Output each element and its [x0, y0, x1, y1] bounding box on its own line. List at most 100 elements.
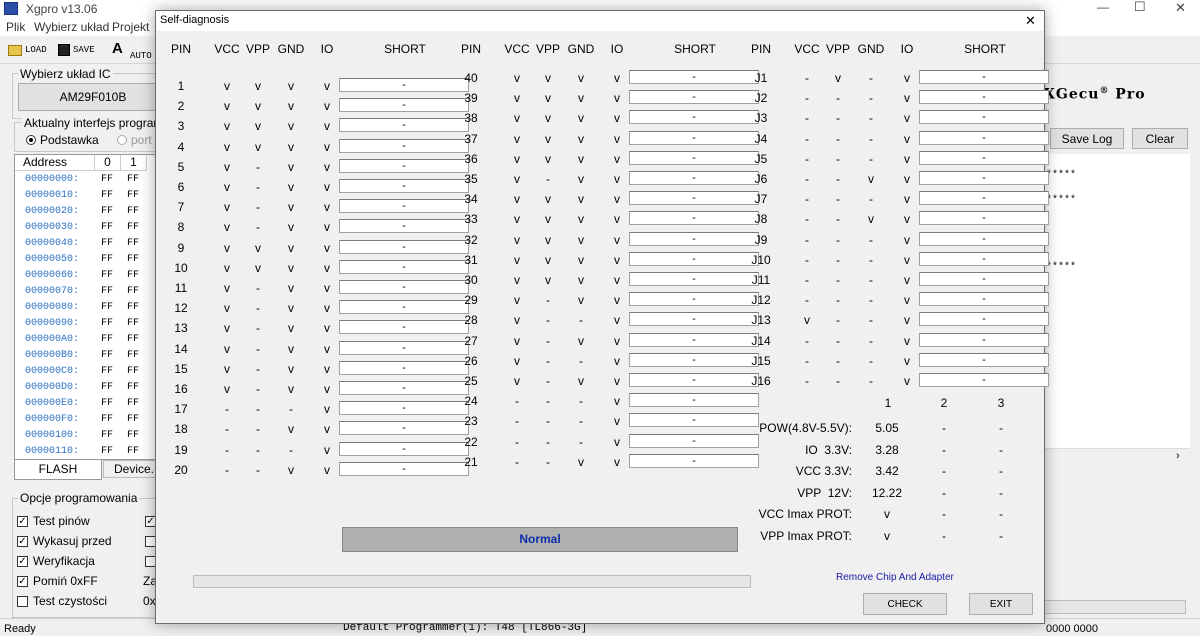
pins-left-short-field[interactable]: -	[339, 300, 469, 315]
hex-cell[interactable]: FF	[101, 284, 113, 300]
hex-row-address[interactable]: 00000070:	[25, 284, 79, 300]
check-button[interactable]: CHECK	[863, 593, 947, 615]
hex-row-address[interactable]: 00000020:	[25, 204, 79, 220]
pins-left-short-field[interactable]: -	[339, 381, 469, 395]
pins-right-short-field[interactable]: -	[629, 272, 759, 286]
jumpers-short-field[interactable]: -	[919, 352, 1049, 367]
pins-left-short-field[interactable]: -	[339, 360, 469, 375]
pins-right-short-field[interactable]: -	[629, 150, 759, 165]
pins-right-short-field[interactable]: -	[629, 70, 759, 84]
log-horizontal-scrollbar[interactable]: ›	[1044, 448, 1190, 464]
close-window-button[interactable]: ✕	[1175, 0, 1186, 16]
pins-right-short-field[interactable]: -	[629, 251, 759, 266]
pins-right-short-field[interactable]: -	[629, 413, 759, 428]
jumpers-short-field[interactable]: -	[919, 231, 1049, 246]
minimize-button[interactable]: —	[1097, 0, 1109, 14]
hex-cell[interactable]: FF	[101, 252, 113, 268]
jumpers-short-field[interactable]: -	[919, 110, 1049, 125]
hex-table[interactable]: Address 0 1 00000000: FF FF 00000010: FF FF 00…	[14, 154, 160, 460]
hex-cell[interactable]: FF	[101, 268, 113, 284]
hex-cell[interactable]: FF	[101, 332, 113, 348]
pins-left-short-field[interactable]: -	[339, 239, 469, 254]
hex-row-address[interactable]: 00000060:	[25, 268, 79, 284]
pins-left-short-field[interactable]: -	[339, 98, 469, 113]
maximize-button[interactable]: ☐	[1134, 0, 1146, 15]
pins-right-short-field[interactable]: -	[629, 312, 759, 327]
hex-cell[interactable]: FF	[101, 396, 113, 412]
hex-row-address[interactable]: 000000B0:	[25, 348, 79, 364]
pins-left-short-field[interactable]: -	[339, 441, 469, 456]
hex-cell[interactable]: FF	[127, 188, 139, 204]
pins-left-short-field[interactable]: -	[339, 340, 469, 355]
pins-left-short-field[interactable]: -	[339, 320, 469, 335]
hex-cell[interactable]: FF	[101, 172, 113, 188]
hex-cell[interactable]: FF	[127, 316, 139, 332]
pins-right-short-field[interactable]: -	[629, 231, 759, 246]
hex-row-address[interactable]: 00000100:	[25, 428, 79, 444]
pins-right-short-field[interactable]: -	[629, 332, 759, 347]
pins-right-short-field[interactable]: -	[629, 352, 759, 367]
hex-row-address[interactable]: 00000030:	[25, 220, 79, 236]
pins-left-short-field[interactable]: -	[339, 158, 469, 173]
pins-right-short-field[interactable]: -	[629, 393, 759, 408]
radio-port[interactable]	[117, 135, 127, 145]
pins-right-short-field[interactable]: -	[629, 292, 759, 307]
pins-left-short-field[interactable]: -	[339, 138, 469, 153]
hex-cell[interactable]: FF	[101, 300, 113, 316]
jumpers-short-field[interactable]: -	[919, 272, 1049, 286]
pins-right-short-field[interactable]: -	[629, 191, 759, 206]
hex-cell[interactable]: FF	[127, 428, 139, 444]
hex-row-address[interactable]: 000000A0:	[25, 332, 79, 348]
auto-button[interactable]: A AUTO	[110, 39, 154, 63]
hex-cell[interactable]: FF	[127, 172, 139, 188]
pins-left-short-field[interactable]: -	[339, 78, 469, 92]
hex-row-address[interactable]: 00000090:	[25, 316, 79, 332]
pins-right-short-field[interactable]: -	[629, 433, 759, 448]
pins-left-short-field[interactable]: -	[339, 118, 469, 133]
tab-flash[interactable]: FLASH	[14, 460, 102, 480]
jumpers-short-field[interactable]: -	[919, 90, 1049, 105]
hex-cell[interactable]: FF	[127, 236, 139, 252]
hex-row-address[interactable]: 00000110:	[25, 444, 79, 460]
load-button[interactable]: LOAD	[8, 42, 47, 58]
hex-row-address[interactable]: 00000080:	[25, 300, 79, 316]
hex-cell[interactable]: FF	[101, 188, 113, 204]
hex-cell[interactable]: FF	[127, 396, 139, 412]
pins-left-short-field[interactable]: -	[339, 179, 469, 193]
option-checkbox[interactable]: ✓	[17, 516, 28, 527]
menu-file[interactable]: Plik	[6, 20, 25, 34]
log-panel[interactable]: ***** ***** *****	[1044, 154, 1190, 464]
hex-row-address[interactable]: 00000010:	[25, 188, 79, 204]
option-checkbox[interactable]: ✓	[17, 536, 28, 547]
hex-row-address[interactable]: 000000C0:	[25, 364, 79, 380]
hex-cell[interactable]: FF	[127, 204, 139, 220]
scroll-right-icon[interactable]: ›	[1176, 450, 1180, 462]
jumpers-short-field[interactable]: -	[919, 373, 1049, 387]
hex-cell[interactable]: FF	[127, 268, 139, 284]
jumpers-short-field[interactable]: -	[919, 251, 1049, 266]
hex-row-address[interactable]: 00000050:	[25, 252, 79, 268]
hex-cell[interactable]: FF	[127, 252, 139, 268]
hex-cell[interactable]: FF	[127, 444, 139, 460]
menu-project[interactable]: Projekt	[112, 20, 149, 34]
jumpers-short-field[interactable]: -	[919, 191, 1049, 206]
option-checkbox[interactable]	[17, 596, 28, 607]
chip-select-button[interactable]: AM29F010B	[18, 83, 168, 111]
tab-device-info[interactable]: Device.In	[103, 460, 159, 478]
hex-cell[interactable]: FF	[101, 236, 113, 252]
hex-row-address[interactable]: 00000000:	[25, 172, 79, 188]
hex-row-address[interactable]: 00000040:	[25, 236, 79, 252]
jumpers-short-field[interactable]: -	[919, 292, 1049, 307]
hex-cell[interactable]: FF	[101, 428, 113, 444]
pins-right-short-field[interactable]: -	[629, 90, 759, 105]
hex-cell[interactable]: FF	[127, 364, 139, 380]
pins-right-short-field[interactable]: -	[629, 130, 759, 145]
pins-left-short-field[interactable]: -	[339, 461, 469, 476]
jumpers-short-field[interactable]: -	[919, 312, 1049, 327]
hex-cell[interactable]: FF	[127, 284, 139, 300]
jumpers-short-field[interactable]: -	[919, 150, 1049, 165]
exit-button[interactable]: EXIT	[969, 593, 1033, 615]
option-checkbox[interactable]: ✓	[17, 576, 28, 587]
pins-right-short-field[interactable]: -	[629, 110, 759, 125]
hex-cell[interactable]: FF	[101, 380, 113, 396]
